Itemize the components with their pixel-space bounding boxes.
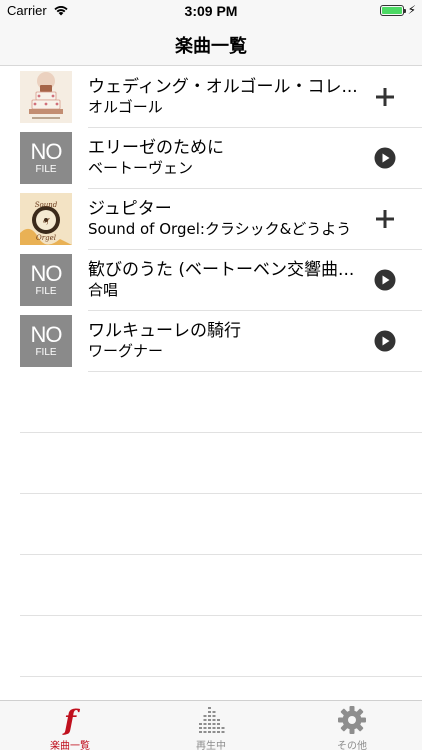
song-row[interactable]: NO FILE エリーゼのために ベートーヴェン (0, 127, 422, 188)
play-icon[interactable] (374, 147, 396, 169)
song-row[interactable]: NO FILE ワルキューレの騎行 ワーグナー (0, 310, 422, 371)
svg-text:Orgel: Orgel (36, 234, 56, 242)
status-time: 3:09 PM (184, 3, 238, 19)
tab-song-list[interactable]: f 楽曲一覧 (0, 701, 140, 750)
song-title: エリーゼのために (88, 138, 224, 158)
empty-row-divider (20, 615, 422, 616)
no-file-text: NO (30, 261, 63, 286)
song-title: ウェディング・オルゴール・コレ... (88, 77, 358, 97)
no-file-artwork: NO FILE (20, 315, 72, 367)
navigation-bar: 楽曲一覧 (0, 22, 422, 66)
play-icon[interactable] (374, 269, 396, 291)
empty-row-divider (20, 676, 422, 677)
tab-bar: f 楽曲一覧 再生中 その他 (0, 700, 422, 750)
svg-text:f: f (62, 705, 81, 735)
empty-row-divider (20, 493, 422, 494)
battery-icon (380, 5, 406, 16)
song-title: ワルキューレの騎行 (88, 321, 241, 341)
tab-other[interactable]: その他 (282, 701, 422, 750)
tab-label: 再生中 (196, 741, 226, 750)
tab-now-playing[interactable]: 再生中 (141, 701, 281, 750)
no-file-text: NO (30, 139, 63, 164)
tab-label: その他 (337, 741, 367, 750)
equalizer-icon (199, 707, 225, 733)
svg-text:Sound: Sound (35, 201, 58, 209)
play-icon[interactable] (374, 330, 396, 352)
song-artist: ワーグナー (88, 342, 164, 360)
page-title: 楽曲一覧 (175, 36, 247, 57)
song-row[interactable]: NO FILE 歓びのうた (ベートーベン交響曲... 合唱 (0, 249, 422, 310)
empty-row-divider (20, 432, 422, 433)
charging-icon: ⚡ (407, 3, 416, 17)
song-artist: 合唱 (88, 281, 119, 299)
row-divider (88, 371, 422, 372)
empty-row-divider (20, 554, 422, 555)
no-file-text: NO (30, 322, 63, 347)
tab-label: 楽曲一覧 (50, 741, 90, 750)
battery-level (382, 7, 402, 14)
orgel-artwork: Sound of Orgel (20, 193, 72, 245)
song-artist: オルゴール (88, 98, 163, 116)
song-artist: Sound of Orgel:クラシック&どうよう (88, 220, 352, 238)
no-file-artwork: NO FILE (20, 132, 72, 184)
song-row[interactable]: ウェディング・オルゴール・コレ... オルゴール (0, 66, 422, 127)
add-icon[interactable] (374, 86, 396, 108)
music-f-icon: f (62, 705, 81, 735)
song-title: ジュピター (88, 199, 172, 219)
gear-icon (338, 706, 366, 734)
no-file-artwork: NO FILE (20, 254, 72, 306)
add-icon[interactable] (374, 208, 396, 230)
song-artist: ベートーヴェン (88, 159, 194, 177)
no-file-subtext: FILE (35, 286, 57, 297)
song-row[interactable]: Sound of Orgel ジュピター Sound of Orgel:クラシッ… (0, 188, 422, 249)
cake-artwork (20, 71, 72, 123)
no-file-subtext: FILE (35, 164, 57, 175)
no-file-subtext: FILE (35, 347, 57, 358)
song-title: 歓びのうた (ベートーベン交響曲... (88, 260, 355, 280)
status-bar: Carrier 3:09 PM ⚡ (0, 0, 422, 22)
